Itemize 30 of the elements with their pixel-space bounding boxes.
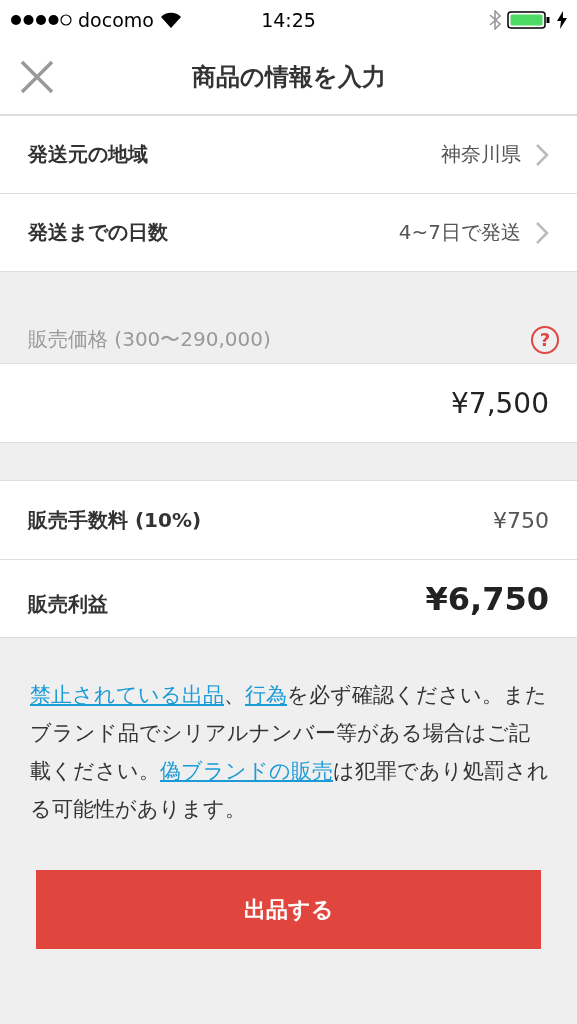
row-label: 発送元の地域 bbox=[28, 141, 149, 168]
row-label: 発送までの日数 bbox=[28, 219, 169, 246]
signal-icon bbox=[10, 14, 72, 26]
clock-time: 14:25 bbox=[261, 9, 316, 31]
carrier-name: docomo bbox=[78, 9, 154, 31]
wifi-icon bbox=[159, 12, 182, 28]
row-value: 神奈川県 bbox=[441, 141, 521, 168]
row-value: 4~7日で発送 bbox=[398, 219, 521, 246]
settings-row[interactable]: 発送までの日数 4~7日で発送 bbox=[0, 193, 577, 271]
summary-label: 販売手数料 (10%) bbox=[28, 506, 203, 534]
notice-link[interactable]: 偽ブランドの販売 bbox=[160, 759, 333, 783]
charging-icon bbox=[557, 11, 567, 29]
close-button[interactable] bbox=[18, 58, 56, 96]
list-item-button[interactable]: 出品する bbox=[36, 870, 541, 949]
chevron-right-icon bbox=[535, 142, 549, 167]
summary-value: ¥6,750 bbox=[425, 579, 549, 618]
bluetooth-icon bbox=[489, 10, 501, 30]
summary-label: 販売利益 bbox=[28, 591, 109, 618]
notice-link[interactable]: 禁止されている出品 bbox=[30, 683, 224, 707]
price-label: 販売価格 (300〜290,000) bbox=[28, 326, 272, 353]
chevron-right-icon bbox=[535, 220, 549, 245]
settings-row[interactable]: 発送元の地域 神奈川県 bbox=[0, 115, 577, 193]
help-button[interactable]: ? bbox=[531, 325, 559, 354]
summary-value: ¥750 bbox=[493, 507, 549, 533]
screen-title: 商品の情報を入力 bbox=[191, 62, 386, 93]
price-field[interactable]: ¥7,500 bbox=[0, 364, 577, 443]
notice-link[interactable]: 行為 bbox=[245, 683, 287, 707]
battery-icon bbox=[507, 10, 551, 30]
notice-paragraph: 禁止されている出品、行為を必ず確認ください。またブランド品でシリアルナンバー等がある場合はご記載ください。偽ブランドの販売は犯罪であり処罰される可能性があります。 bbox=[30, 682, 549, 823]
close-icon bbox=[20, 60, 54, 94]
